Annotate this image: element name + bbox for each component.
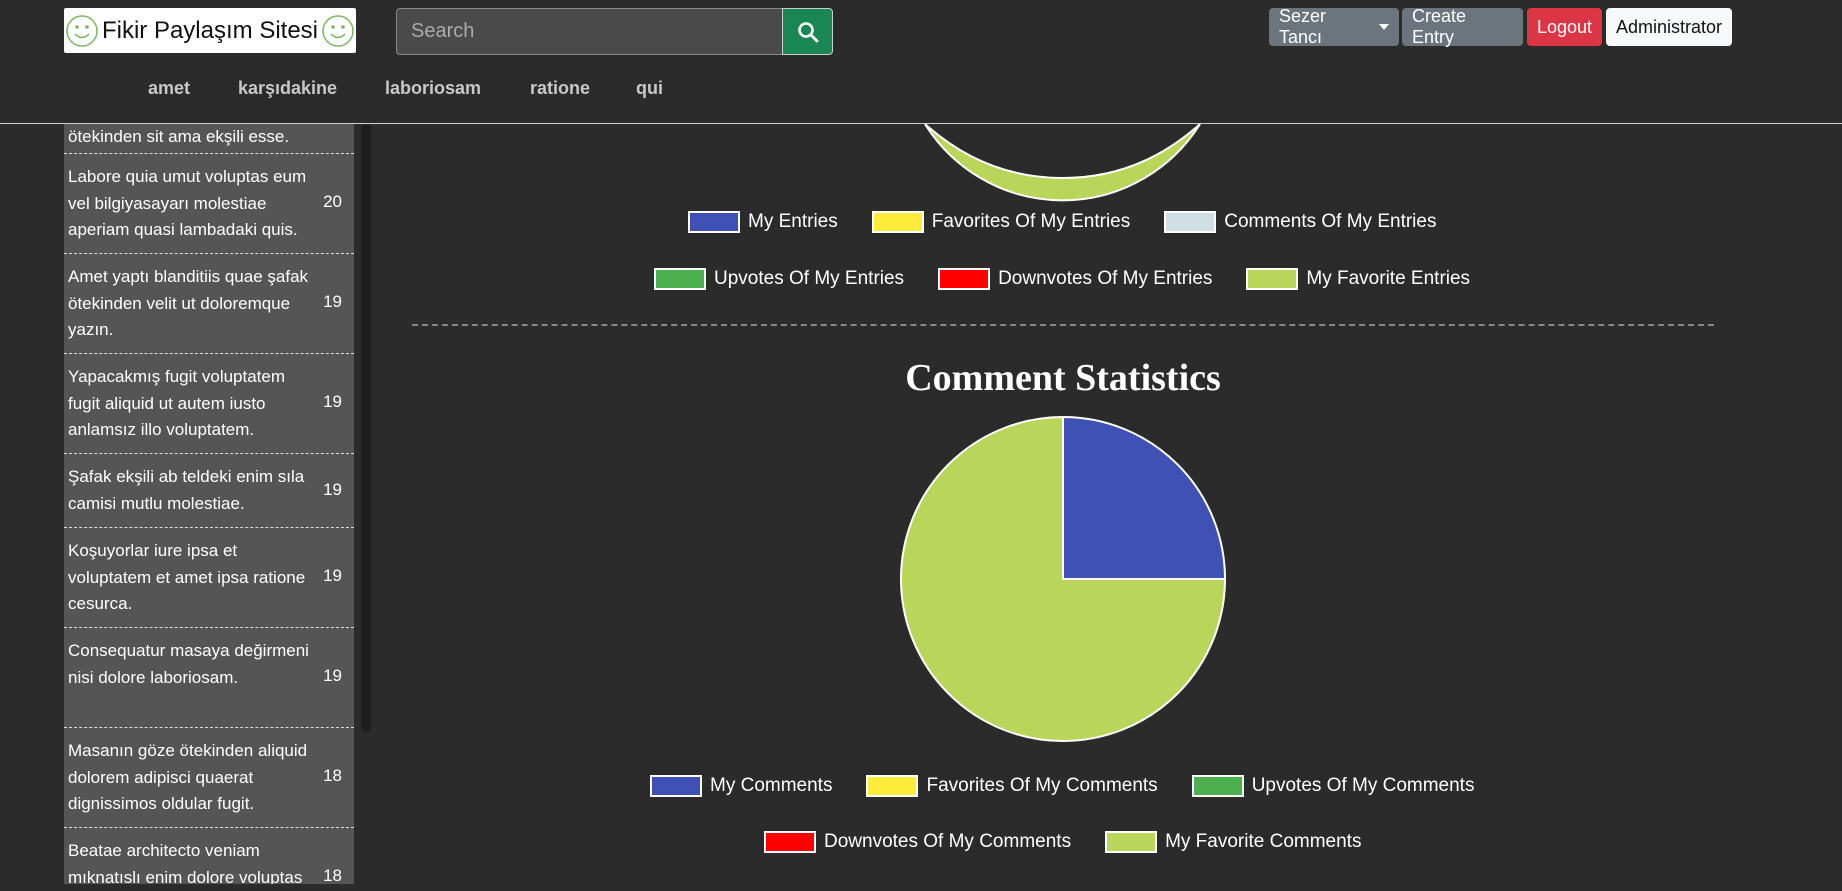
nav-item-amet[interactable]: amet (148, 78, 190, 99)
logout-button[interactable]: Logout (1527, 8, 1602, 46)
legend-label: Downvotes Of My Comments (824, 831, 1072, 852)
legend-item[interactable]: Favorites Of My Comments (866, 775, 1158, 797)
legend-label: My Comments (710, 775, 833, 796)
legend-swatch (1105, 831, 1158, 853)
logo-text: Fikir Paylaşım Sitesi (101, 16, 319, 44)
legend-swatch (764, 831, 816, 853)
legend-item[interactable]: My Favorite Comments (1105, 831, 1361, 853)
legend-item[interactable]: Upvotes Of My Comments (1191, 775, 1475, 797)
nav-item-ratione[interactable]: ratione (530, 78, 590, 99)
legend-label: My Favorite Comments (1165, 831, 1362, 852)
legend-swatch (1191, 775, 1244, 797)
comment-legend-row-2: Downvotes Of My Comments My Favorite Comm… (764, 831, 1395, 853)
legend-label: Favorites Of My Comments (926, 775, 1158, 796)
nav-item-karsidakine[interactable]: karşıdakine (238, 78, 337, 99)
smiley-icon (322, 14, 354, 47)
pie-slice-my-comments[interactable] (1062, 415, 1227, 580)
comment-pie-chart (900, 415, 1227, 742)
smiley-icon (66, 14, 98, 47)
top-navbar: Fikir Paylaşım Sitesi Search Sezer Tancı… (0, 0, 1842, 124)
legend-label: Upvotes Of My Comments (1251, 775, 1475, 796)
search-icon (797, 21, 818, 42)
user-menu-button[interactable]: Sezer Tancı (1269, 6, 1399, 47)
administrator-button[interactable]: Administrator (1606, 8, 1732, 46)
user-name: Sezer Tancı (1279, 6, 1327, 47)
legend-swatch (866, 775, 919, 797)
search-input[interactable]: Search (396, 8, 782, 55)
site-logo[interactable]: Fikir Paylaşım Sitesi (64, 8, 356, 53)
nav-item-laboriosam[interactable]: laboriosam (385, 78, 481, 99)
comment-legend-row-1: My Comments Favorites Of My Comments Upvot… (650, 775, 1508, 797)
create-entry-button[interactable]: Create Entry (1402, 6, 1523, 47)
nav-item-qui[interactable]: qui (636, 78, 663, 99)
legend-item[interactable]: My Comments (650, 775, 832, 797)
legend-swatch (650, 775, 702, 797)
search-button[interactable] (782, 8, 833, 55)
search-placeholder: Search (411, 20, 475, 42)
legend-item[interactable]: Downvotes Of My Comments (764, 831, 1071, 853)
caret-down-icon (1379, 24, 1389, 30)
